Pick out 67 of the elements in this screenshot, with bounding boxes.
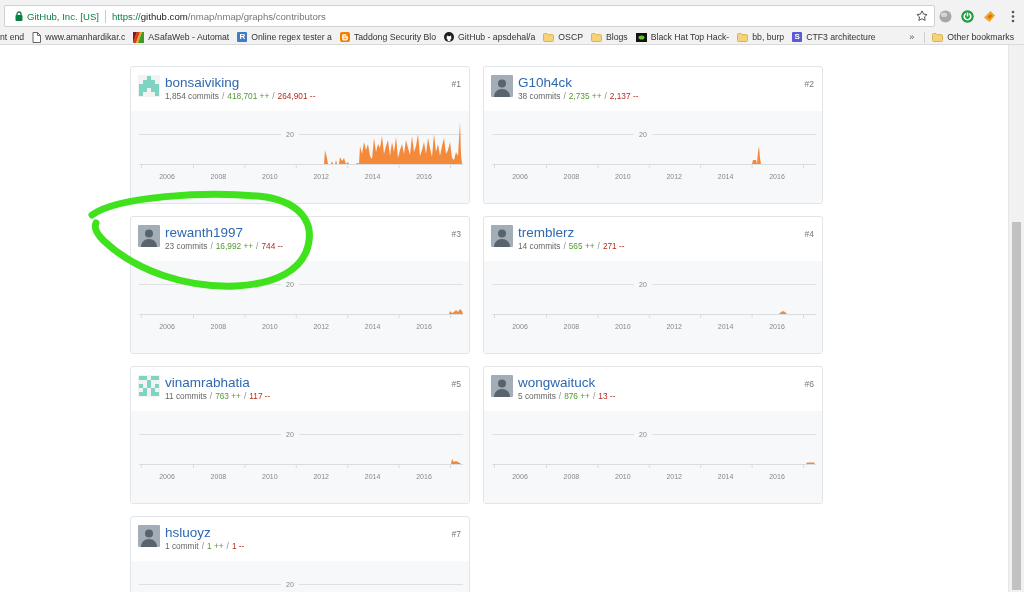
- contributor-name-link[interactable]: vinamrabhatia: [165, 374, 250, 391]
- menu-icon[interactable]: [1011, 9, 1015, 23]
- rank-label: #2: [804, 78, 814, 89]
- star-icon[interactable]: [916, 10, 928, 22]
- letter-icon: S: [792, 32, 803, 42]
- cat-logo-icon: [444, 32, 455, 42]
- contributor-stats: 5 commits / 876 ++ / 13 --: [518, 391, 616, 402]
- commit-activity-area: [779, 311, 787, 314]
- bookmark-link[interactable]: GitHub - apsdehal/a: [444, 31, 536, 43]
- avatar-silhouette-icon: [138, 225, 160, 247]
- bookmark-link[interactable]: nt end: [0, 31, 25, 43]
- bookmark-link[interactable]: Taddong Security Blo: [339, 31, 437, 43]
- avatar-silhouette-icon: [138, 525, 160, 547]
- contributor-name-link[interactable]: hsluoyz: [165, 524, 211, 541]
- contributor-stats: 38 commits / 2,735 ++ / 2,137 --: [518, 91, 639, 102]
- identicon-icon: [138, 75, 160, 97]
- contributor-name-link[interactable]: bonsaiviking: [165, 74, 240, 91]
- contributor-stats: 1,854 commits / 418,701 ++ / 264,901 --: [165, 91, 316, 102]
- letter-icon: R: [237, 32, 248, 42]
- contributor-name-link[interactable]: tremblerz: [518, 224, 575, 241]
- contributor-name-link[interactable]: rewanth1997: [165, 224, 244, 241]
- bookmark-folder[interactable]: bb, burp: [737, 31, 785, 43]
- bookmark-link[interactable]: Black Hat Top Hack-: [635, 31, 730, 43]
- scrollbar-track[interactable]: [1008, 45, 1024, 592]
- commit-activity-area: [752, 146, 761, 164]
- bookmark-folder[interactable]: Blogs: [590, 31, 628, 43]
- contributor-stats: 11 commits / 763 ++ / 117 --: [165, 391, 271, 402]
- striped-flag-icon: [133, 31, 145, 43]
- contributor-stats: 14 commits / 565 ++ / 271 --: [518, 241, 625, 252]
- address-bar[interactable]: GitHub, Inc. [US] https://github.com/nmap/nmap/graphs/contributors: [4, 5, 935, 27]
- rank-label: #5: [451, 378, 461, 389]
- folder-icon: [590, 32, 602, 42]
- ball-icon[interactable]: [939, 9, 952, 23]
- bookmark-link[interactable]: ASafaWeb - Automat: [133, 31, 230, 43]
- bookmark-link[interactable]: S CTF3 architecture: [792, 31, 876, 43]
- identicon-icon: [138, 375, 160, 397]
- page-icon: [32, 31, 42, 43]
- rank-label: #6: [804, 378, 814, 389]
- bookmark-folder[interactable]: OSCP: [543, 31, 583, 43]
- blog-tile-icon: [339, 32, 350, 42]
- contributor-name-link[interactable]: G10h4ck: [518, 74, 573, 91]
- avatar-silhouette-icon: [491, 75, 513, 97]
- url-text[interactable]: https://github.com/nmap/nmap/graphs/contributors: [112, 10, 326, 22]
- rank-label: #4: [804, 228, 814, 239]
- folder-icon: [932, 32, 944, 42]
- folder-icon: [543, 32, 555, 42]
- security-label: GitHub, Inc. [US]: [27, 10, 99, 22]
- contributor-stats: 1 commit / 1 ++ / 1 --: [165, 541, 245, 552]
- contributor-stats: 23 commits / 16,992 ++ / 744 --: [165, 241, 284, 252]
- rank-label: #1: [451, 78, 461, 89]
- bookmark-folder[interactable]: Other bookmarks: [932, 31, 1014, 43]
- diamond-icon[interactable]: [983, 9, 996, 23]
- commit-activity-area: [451, 459, 461, 464]
- bookmarks-overflow-button[interactable]: »: [907, 31, 917, 43]
- avatar-silhouette-icon: [491, 225, 513, 247]
- scrollbar-thumb[interactable]: [1012, 222, 1021, 590]
- bookmark-link[interactable]: R Online regex tester a: [237, 31, 332, 43]
- folder-icon: [737, 32, 749, 42]
- dark-tile-icon: [635, 32, 647, 42]
- rank-label: #3: [451, 228, 461, 239]
- avatar-silhouette-icon: [491, 375, 513, 397]
- power-ring-icon[interactable]: [961, 9, 974, 23]
- contributor-name-link[interactable]: wongwaituck: [518, 374, 596, 391]
- rank-label: #7: [451, 528, 461, 539]
- lock-icon: [15, 11, 23, 21]
- bookmark-link[interactable]: www.amanhardikar.c: [32, 31, 126, 43]
- commit-activity-area: [449, 309, 463, 314]
